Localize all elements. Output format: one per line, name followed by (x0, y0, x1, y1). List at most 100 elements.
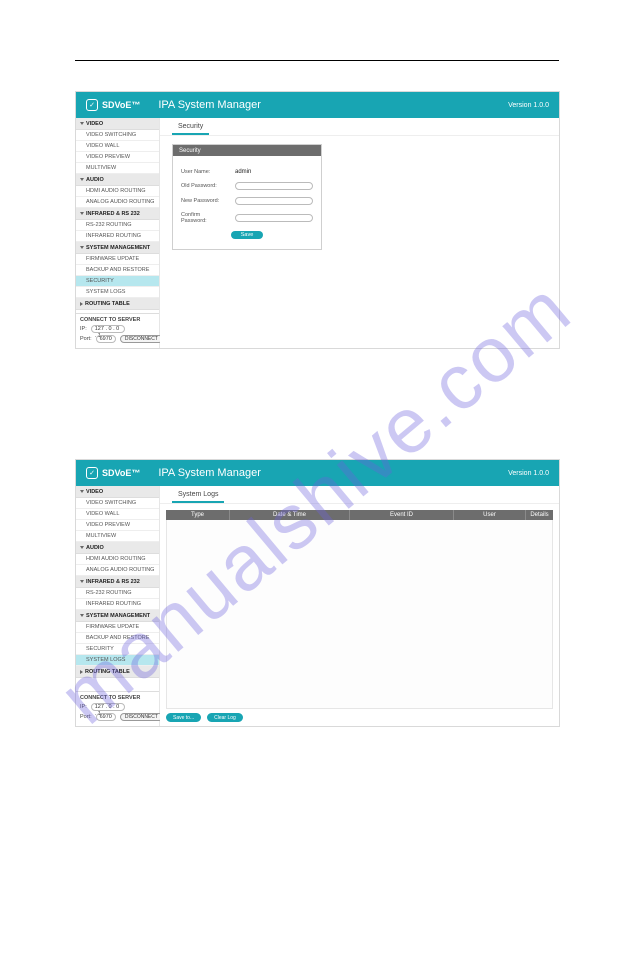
sidebar-group-ir-rs232[interactable]: INFRARED & RS 232 (76, 208, 159, 220)
chevron-down-icon (80, 246, 84, 249)
sidebar-item-multiview[interactable]: MULTIVIEW (76, 531, 159, 542)
sidebar-item-multiview[interactable]: MULTIVIEW (76, 163, 159, 174)
connect-panel: CONNECT TO SERVER IP: 127 . 0 . 0 . 1 Po… (76, 691, 159, 726)
save-button[interactable]: Save (231, 231, 264, 239)
col-date-time: Date & Time (230, 510, 350, 520)
sidebar-item-rs232[interactable]: RS-232 ROUTING (76, 588, 159, 599)
confirm-password-input[interactable] (235, 214, 313, 222)
shield-icon: ✓ (86, 467, 98, 479)
disconnect-button[interactable]: DISCONNECT (120, 713, 163, 721)
titlebar: ✓ SDVoE™ IPA System Manager Version 1.0.… (76, 460, 559, 486)
port-input[interactable]: 6970 (96, 713, 116, 721)
tab-system-logs[interactable]: System Logs (172, 488, 224, 503)
panel-title: Security (173, 145, 321, 156)
sidebar-item-system-logs[interactable]: SYSTEM LOGS (76, 287, 159, 298)
col-details: Details (526, 510, 553, 520)
brand-text: SDVoE™ (102, 100, 140, 110)
sidebar-item-infrared[interactable]: INFRARED ROUTING (76, 599, 159, 610)
col-user: User (454, 510, 526, 520)
tab-bar: Security (160, 118, 559, 136)
sidebar-item-firmware[interactable]: FIRMWARE UPDATE (76, 622, 159, 633)
clear-log-button[interactable]: Clear Log (207, 713, 243, 722)
titlebar: ✓ SDVoE™ IPA System Manager Version 1.0.… (76, 92, 559, 118)
save-to-button[interactable]: Save to... (166, 713, 201, 722)
app-window-logs: ✓ SDVoE™ IPA System Manager Version 1.0.… (75, 459, 560, 727)
sidebar-item-hdmi-audio[interactable]: HDMI AUDIO ROUTING (76, 186, 159, 197)
ip-input[interactable]: 127 . 0 . 0 . 1 (91, 325, 125, 333)
sidebar-item-video-switching[interactable]: VIDEO SWITCHING (76, 130, 159, 141)
security-panel: Security User Name: admin Old Password: … (172, 144, 322, 250)
ip-label: IP: (80, 326, 87, 332)
brand-logo: ✓ SDVoE™ (86, 467, 140, 479)
connect-header: CONNECT TO SERVER (80, 695, 155, 701)
sidebar-group-video[interactable]: VIDEO (76, 486, 159, 498)
main-area: Security Security User Name: admin Old P… (160, 118, 559, 348)
ip-input[interactable]: 127 . 0 . 0 . 1 (91, 703, 125, 711)
tab-bar: System Logs (160, 486, 559, 504)
logs-table-body (166, 520, 553, 709)
port-label: Port: (80, 336, 92, 342)
col-type: Type (166, 510, 230, 520)
port-label: Port: (80, 714, 92, 720)
brand-text: SDVoE™ (102, 468, 140, 478)
port-input[interactable]: 6970 (96, 335, 116, 343)
logs-footer: Save to... Clear Log (160, 709, 559, 726)
sidebar-group-audio[interactable]: AUDIO (76, 542, 159, 554)
chevron-right-icon (80, 670, 83, 674)
connect-panel: CONNECT TO SERVER IP: 127 . 0 . 0 . 1 Po… (76, 313, 159, 348)
sidebar-item-system-logs[interactable]: SYSTEM LOGS (76, 655, 159, 666)
chevron-down-icon (80, 580, 84, 583)
version-label: Version 1.0.0 (508, 470, 549, 477)
chevron-down-icon (80, 490, 84, 493)
sidebar-item-video-preview[interactable]: VIDEO PREVIEW (76, 152, 159, 163)
username-label: User Name: (181, 169, 227, 175)
shield-icon: ✓ (86, 99, 98, 111)
new-password-label: New Password: (181, 198, 227, 204)
sidebar-group-routing-table[interactable]: ROUTING TABLE (76, 298, 159, 310)
sidebar-item-analog-audio[interactable]: ANALOG AUDIO ROUTING (76, 197, 159, 208)
sidebar-group-ir-rs232[interactable]: INFRARED & RS 232 (76, 576, 159, 588)
old-password-label: Old Password: (181, 183, 227, 189)
chevron-right-icon (80, 302, 83, 306)
main-area: System Logs Type Date & Time Event ID Us… (160, 486, 559, 726)
connect-header: CONNECT TO SERVER (80, 317, 155, 323)
ip-label: IP: (80, 704, 87, 710)
sidebar-group-audio[interactable]: AUDIO (76, 174, 159, 186)
sidebar-item-video-wall[interactable]: VIDEO WALL (76, 141, 159, 152)
app-window-security: ✓ SDVoE™ IPA System Manager Version 1.0.… (75, 91, 560, 349)
chevron-down-icon (80, 546, 84, 549)
sidebar: VIDEO VIDEO SWITCHING VIDEO WALL VIDEO P… (76, 118, 160, 348)
confirm-password-label: Confirm Password: (181, 212, 227, 224)
sidebar-item-video-switching[interactable]: VIDEO SWITCHING (76, 498, 159, 509)
sidebar-item-hdmi-audio[interactable]: HDMI AUDIO ROUTING (76, 554, 159, 565)
chevron-down-icon (80, 122, 84, 125)
sidebar-item-infrared[interactable]: INFRARED ROUTING (76, 231, 159, 242)
sidebar-item-analog-audio[interactable]: ANALOG AUDIO ROUTING (76, 565, 159, 576)
tab-security[interactable]: Security (172, 120, 209, 135)
sidebar-group-system-mgmt[interactable]: SYSTEM MANAGEMENT (76, 610, 159, 622)
sidebar-item-security[interactable]: SECURITY (76, 276, 159, 287)
sidebar-item-video-wall[interactable]: VIDEO WALL (76, 509, 159, 520)
version-label: Version 1.0.0 (508, 102, 549, 109)
sidebar-group-routing-table[interactable]: ROUTING TABLE (76, 666, 159, 678)
sidebar-item-video-preview[interactable]: VIDEO PREVIEW (76, 520, 159, 531)
app-title: IPA System Manager (158, 99, 261, 111)
sidebar-item-security[interactable]: SECURITY (76, 644, 159, 655)
sidebar-item-rs232[interactable]: RS-232 ROUTING (76, 220, 159, 231)
brand-logo: ✓ SDVoE™ (86, 99, 140, 111)
sidebar-group-system-mgmt[interactable]: SYSTEM MANAGEMENT (76, 242, 159, 254)
old-password-input[interactable] (235, 182, 313, 190)
chevron-down-icon (80, 212, 84, 215)
sidebar: VIDEO VIDEO SWITCHING VIDEO WALL VIDEO P… (76, 486, 160, 726)
app-title: IPA System Manager (158, 467, 261, 479)
username-value: admin (235, 169, 251, 175)
logs-table-header: Type Date & Time Event ID User Details (166, 510, 553, 520)
sidebar-group-video[interactable]: VIDEO (76, 118, 159, 130)
sidebar-item-firmware[interactable]: FIRMWARE UPDATE (76, 254, 159, 265)
chevron-down-icon (80, 178, 84, 181)
disconnect-button[interactable]: DISCONNECT (120, 335, 163, 343)
new-password-input[interactable] (235, 197, 313, 205)
sidebar-item-backup[interactable]: BACKUP AND RESTORE (76, 265, 159, 276)
col-event-id: Event ID (350, 510, 454, 520)
sidebar-item-backup[interactable]: BACKUP AND RESTORE (76, 633, 159, 644)
